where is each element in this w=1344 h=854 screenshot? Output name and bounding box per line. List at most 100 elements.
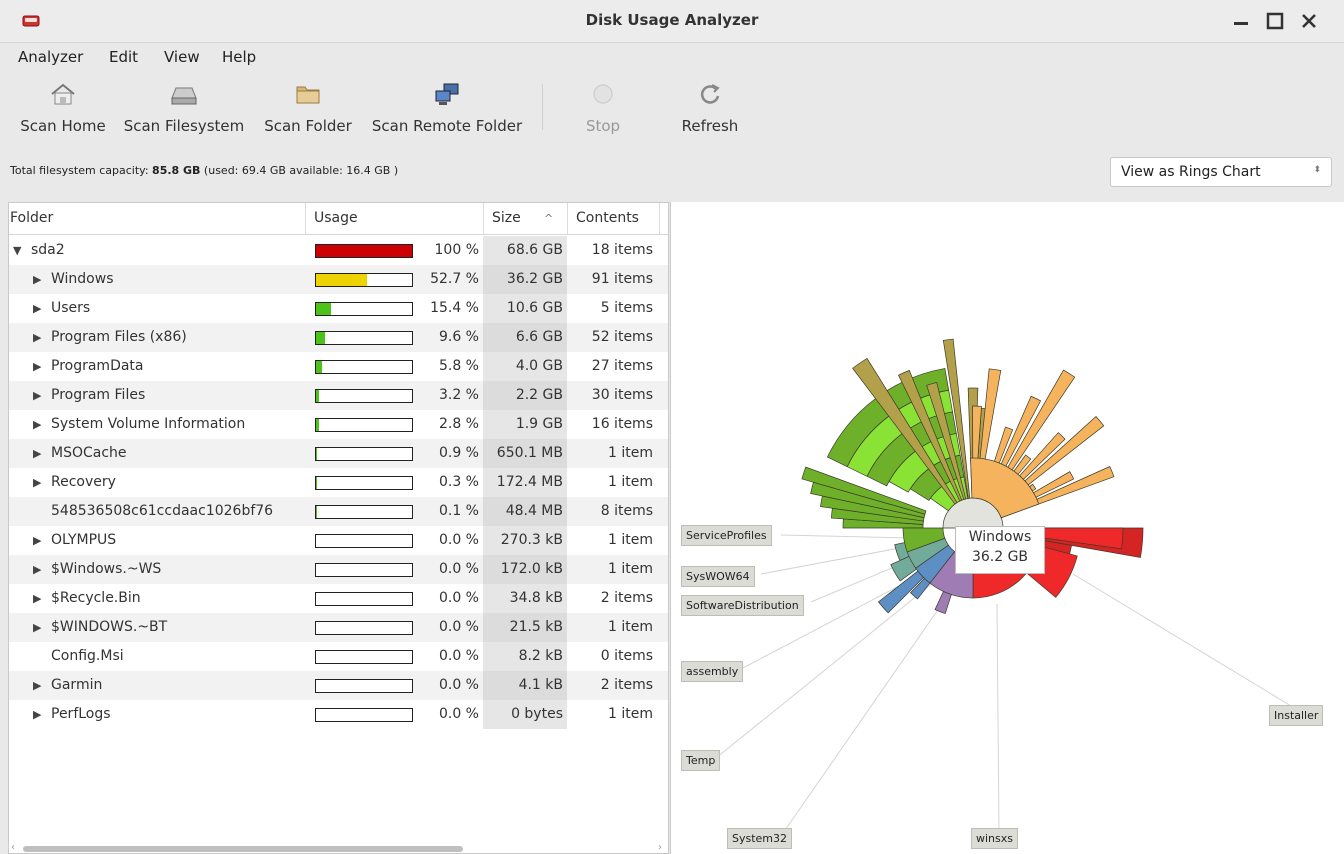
- tooltip-name: Windows: [968, 529, 1032, 545]
- horizontal-scrollbar[interactable]: [23, 846, 463, 852]
- table-row[interactable]: ▼ sda2 100 % 68.6 GB 18 items: [9, 236, 668, 265]
- refresh-label: Refresh: [681, 117, 739, 135]
- label-leader-line: [780, 534, 912, 539]
- expander-icon[interactable]: ▶: [33, 381, 41, 410]
- menu-view[interactable]: View: [164, 48, 200, 66]
- expander-icon[interactable]: ▶: [33, 352, 41, 381]
- chart-label-installer[interactable]: Installer: [1269, 705, 1324, 726]
- view-mode-select[interactable]: View as Rings Chart ⬍: [1110, 157, 1332, 187]
- expander-icon[interactable]: ▼: [13, 236, 21, 265]
- table-row[interactable]: ▶ System Volume Information 2.8 % 1.9 GB 16 …: [9, 410, 668, 439]
- expander-icon[interactable]: ▶: [33, 671, 41, 700]
- column-usage[interactable]: Usage: [305, 203, 483, 234]
- maximize-button[interactable]: [1262, 9, 1288, 33]
- chart-label-syswow64[interactable]: SysWOW64: [681, 566, 755, 587]
- table-row[interactable]: ▶ MSOCache 0.9 % 650.1 MB 1 item: [9, 439, 668, 468]
- table-row[interactable]: ▶ OLYMPUS 0.0 % 270.3 kB 1 item: [9, 526, 668, 555]
- folder-size: 6.6 GB: [483, 323, 567, 352]
- expander-icon[interactable]: ▶: [33, 584, 41, 613]
- table-row[interactable]: ▶ ProgramData 5.8 % 4.0 GB 27 items: [9, 352, 668, 381]
- usage-bar-fill: [316, 303, 331, 315]
- rings-chart[interactable]: Windows 36.2 GB ServiceProfiles SysWOW64…: [670, 202, 1344, 854]
- scan-folder-button[interactable]: Scan Folder: [256, 76, 360, 146]
- stop-label: Stop: [585, 117, 621, 135]
- folder-name: MSOCache: [51, 445, 127, 461]
- ring-segment[interactable]: [934, 590, 952, 615]
- scan-remote-folder-button[interactable]: Scan Remote Folder: [365, 76, 529, 146]
- folder-name: $Windows.~WS: [51, 561, 162, 577]
- chart-label-winsxs[interactable]: winsxs: [971, 828, 1018, 849]
- folder-size: 4.1 kB: [483, 671, 567, 700]
- column-size[interactable]: Size ^: [483, 203, 567, 234]
- scroll-left-arrow[interactable]: ‹: [11, 842, 15, 853]
- menu-analyzer[interactable]: Analyzer: [18, 48, 83, 66]
- menu-help[interactable]: Help: [222, 48, 256, 66]
- refresh-button[interactable]: Refresh: [674, 76, 746, 146]
- usage-bar: [315, 418, 413, 432]
- scroll-right-arrow[interactable]: ›: [658, 842, 662, 853]
- chart-label-system32[interactable]: System32: [727, 828, 793, 849]
- usage-percent: 0.1 %: [438, 503, 479, 519]
- table-row[interactable]: ▶ Windows 52.7 % 36.2 GB 91 items: [9, 265, 668, 294]
- table-row[interactable]: ▶ Program Files 3.2 % 2.2 GB 30 items: [9, 381, 668, 410]
- usage-bar: [315, 331, 413, 345]
- expander-icon[interactable]: ▶: [33, 410, 41, 439]
- view-mode-value: View as Rings Chart: [1121, 164, 1261, 180]
- table-row[interactable]: ▶ Users 15.4 % 10.6 GB 5 items: [9, 294, 668, 323]
- table-row[interactable]: 548536508c61ccdaac1026bf76 0.1 % 48.4 MB 8 …: [9, 497, 668, 526]
- column-folder[interactable]: Folder: [9, 203, 305, 234]
- table-row[interactable]: ▶ $WINDOWS.~BT 0.0 % 21.5 kB 1 item: [9, 613, 668, 642]
- capacity-total: 85.8 GB: [152, 164, 201, 177]
- usage-percent: 0.0 %: [438, 561, 479, 577]
- usage-percent: 0.0 %: [438, 619, 479, 635]
- folder-name: sda2: [31, 242, 65, 258]
- folder-size: 0 bytes: [483, 700, 567, 729]
- expander-icon[interactable]: ▶: [33, 700, 41, 729]
- folder-contents: 30 items: [591, 387, 653, 403]
- column-contents[interactable]: Contents: [567, 203, 659, 234]
- close-button[interactable]: [1296, 9, 1322, 33]
- folder-name: PerfLogs: [51, 706, 111, 722]
- table-row[interactable]: ▶ PerfLogs 0.0 % 0 bytes 1 item: [9, 700, 668, 729]
- table-row[interactable]: ▶ Recovery 0.3 % 172.4 MB 1 item: [9, 468, 668, 497]
- chart-label-serviceprofiles[interactable]: ServiceProfiles: [681, 525, 772, 546]
- table-row[interactable]: ▶ Program Files (x86) 9.6 % 6.6 GB 52 items: [9, 323, 668, 352]
- folder-icon: [296, 86, 320, 104]
- expander-icon[interactable]: ▶: [33, 468, 41, 497]
- expander-icon[interactable]: ▶: [33, 526, 41, 555]
- expander-icon[interactable]: ▶: [33, 294, 41, 323]
- chart-label-assembly[interactable]: assembly: [681, 661, 744, 682]
- folder-size: 172.4 MB: [483, 468, 567, 497]
- usage-bar: [315, 563, 413, 577]
- expander-icon[interactable]: ▶: [33, 265, 41, 294]
- folder-contents: 5 items: [600, 300, 653, 316]
- usage-bar-fill: [316, 361, 322, 373]
- folder-size: 8.2 kB: [483, 642, 567, 671]
- expander-icon[interactable]: ▶: [33, 439, 41, 468]
- folder-name: Program Files (x86): [51, 329, 187, 345]
- table-row[interactable]: ▶ Garmin 0.0 % 4.1 kB 2 items: [9, 671, 668, 700]
- label-leader-line: [996, 603, 1000, 837]
- usage-bar: [315, 592, 413, 606]
- table-row[interactable]: ▶ $Recycle.Bin 0.0 % 34.8 kB 2 items: [9, 584, 668, 613]
- folder-contents: 52 items: [591, 329, 653, 345]
- scan-filesystem-button[interactable]: Scan Filesystem: [120, 76, 248, 146]
- stop-button[interactable]: Stop: [570, 76, 636, 146]
- table-row[interactable]: Config.Msi 0.0 % 8.2 kB 0 items: [9, 642, 668, 671]
- chart-label-softwaredistribution[interactable]: SoftwareDistribution: [681, 595, 804, 616]
- usage-bar: [315, 389, 413, 403]
- folder-name: $Recycle.Bin: [51, 590, 141, 606]
- minimize-button[interactable]: [1228, 9, 1254, 33]
- folder-contents: 1 item: [608, 706, 653, 722]
- chart-label-temp[interactable]: Temp: [681, 750, 721, 771]
- table-row[interactable]: ▶ $Windows.~WS 0.0 % 172.0 kB 1 item: [9, 555, 668, 584]
- title-bar: Disk Usage Analyzer: [0, 0, 1344, 43]
- expander-icon[interactable]: ▶: [33, 613, 41, 642]
- usage-percent: 0.0 %: [438, 706, 479, 722]
- expander-icon[interactable]: ▶: [33, 555, 41, 584]
- menu-edit[interactable]: Edit: [109, 48, 138, 66]
- folder-name: Garmin: [51, 677, 103, 693]
- select-arrows-icon: ⬍: [1313, 165, 1321, 175]
- scan-home-button[interactable]: Scan Home: [12, 76, 114, 146]
- expander-icon[interactable]: ▶: [33, 323, 41, 352]
